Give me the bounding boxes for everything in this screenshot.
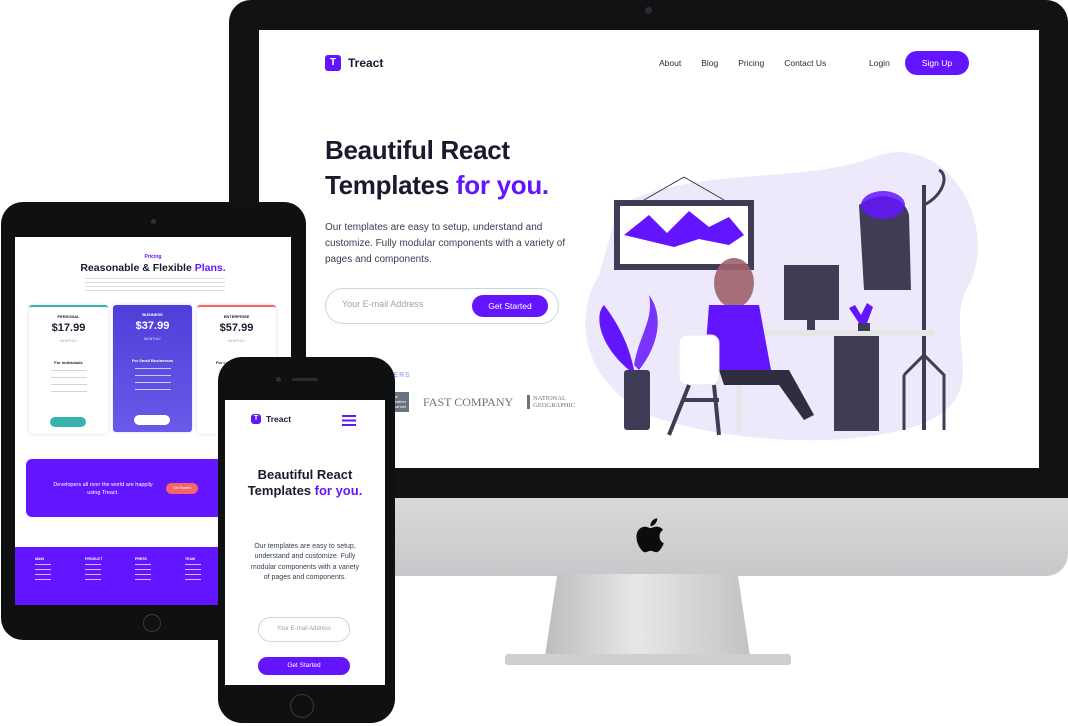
iphone-camera <box>276 377 281 382</box>
footer-column-title: TEAM <box>185 557 195 561</box>
login-link[interactable]: Login <box>869 58 890 68</box>
brand-name: Treact <box>266 414 292 424</box>
desktop-nav: About Blog Pricing Contact Us <box>659 58 826 68</box>
footer-column-team: TEAM <box>185 557 201 584</box>
cta-banner-button[interactable]: Get Started <box>166 483 198 494</box>
plan-price: $57.99 <box>219 322 254 334</box>
footer-column-product: PRODUCT <box>85 557 102 584</box>
footer-column-press: PRESS <box>135 557 151 584</box>
hero-paragraph: Our templates are easy to setup, underst… <box>325 222 566 265</box>
hero-illustration <box>585 152 978 441</box>
mobile-logo[interactable]: T Treact <box>251 414 291 424</box>
footer-links <box>85 564 101 584</box>
pricing-heading-accent: Plans. <box>194 262 226 274</box>
pricing-heading-text: Reasonable & Flexible <box>80 262 195 274</box>
plan-duration: MONTHLY <box>60 339 77 343</box>
hero-email-form: Your E-mail Address Get Started <box>325 288 559 324</box>
plan-name: ENTERPRISE <box>223 314 250 319</box>
pricing-subheading: Pricing <box>144 254 162 260</box>
nav-pricing[interactable]: Pricing <box>738 58 764 68</box>
nav-about[interactable]: About <box>659 58 681 68</box>
logo-mark-icon: T <box>251 414 261 424</box>
plan-features <box>135 368 171 396</box>
hero-heading-line2: Templates <box>325 170 456 200</box>
plan-card-personal[interactable]: PERSONAL $17.99 MONTHLY For Individuals <box>29 305 108 434</box>
plan-duration: MONTHLY <box>144 337 161 341</box>
brand-name: Treact <box>348 56 384 70</box>
footer-column-main: MAIN <box>35 557 51 584</box>
national-geographic-logo: NATIONAL GEOGRAPHIC <box>527 395 575 409</box>
hero-heading-accent: for you. <box>455 170 549 200</box>
plan-card-business[interactable]: BUSINESS $37.99 MONTHLY For Small Busine… <box>113 305 192 432</box>
apple-logo-icon <box>636 518 664 553</box>
imac-camera <box>645 7 652 14</box>
get-started-button[interactable]: Get Started <box>472 295 548 317</box>
hamburger-menu-icon[interactable] <box>342 415 356 426</box>
imac-stand-base <box>505 654 791 665</box>
fast-company-logo: FAST COMPANY <box>423 394 514 409</box>
footer-column-title: PRODUCT <box>85 557 103 561</box>
plan-name: PERSONAL <box>57 314 80 319</box>
footer-column-title: PRESS <box>135 557 147 561</box>
nav-blog[interactable]: Blog <box>701 58 718 68</box>
plan-audience: For Small Businesses <box>131 358 174 363</box>
iphone-home-button <box>290 694 314 718</box>
footer-links <box>185 564 201 584</box>
mobile-screen: T Treact Beautiful React Templates for y… <box>225 400 385 685</box>
cta-banner-text: Developers all over the world are happil… <box>53 482 153 496</box>
email-input[interactable]: Your E-mail Address <box>342 299 423 309</box>
ipad-camera <box>151 219 156 224</box>
plan-price: $17.99 <box>51 322 86 334</box>
plan-name: BUSINESS <box>142 312 163 317</box>
plan-duration: MONTHLY <box>228 339 245 343</box>
iphone-speaker <box>292 378 318 381</box>
footer-links <box>135 564 151 584</box>
ipad-home-button <box>143 614 161 632</box>
nav-contact[interactable]: Contact Us <box>784 58 826 68</box>
desktop-logo[interactable]: T Treact <box>325 55 383 71</box>
hero-heading-line1: Beautiful React <box>325 135 510 165</box>
mobile-hero-heading-accent: for you. <box>314 482 363 498</box>
mobile-get-started-button[interactable]: Get Started <box>258 657 350 675</box>
signup-button[interactable]: Sign Up <box>905 51 969 75</box>
plan-buy-button[interactable] <box>50 417 86 427</box>
logo-mark-icon: T <box>325 55 341 71</box>
imac-stand <box>545 574 750 656</box>
mobile-hero-heading: Beautiful React Templates for you. <box>245 467 365 498</box>
footer-column-title: MAIN <box>35 557 44 561</box>
plan-features <box>51 370 87 398</box>
customer-logos: The Weather Channel FAST COMPANY NATIONA… <box>389 392 575 412</box>
footer-links <box>35 564 51 584</box>
pricing-description <box>85 278 225 292</box>
plan-audience: For Individuals <box>54 360 83 365</box>
mobile-hero-paragraph: Our templates are easy to setup, underst… <box>250 543 360 581</box>
plan-buy-button[interactable] <box>134 415 170 425</box>
plan-price: $37.99 <box>135 320 170 332</box>
mobile-email-input[interactable]: Your E-mail Address <box>258 617 350 642</box>
pricing-heading: Reasonable & Flexible Plans. <box>15 262 291 274</box>
